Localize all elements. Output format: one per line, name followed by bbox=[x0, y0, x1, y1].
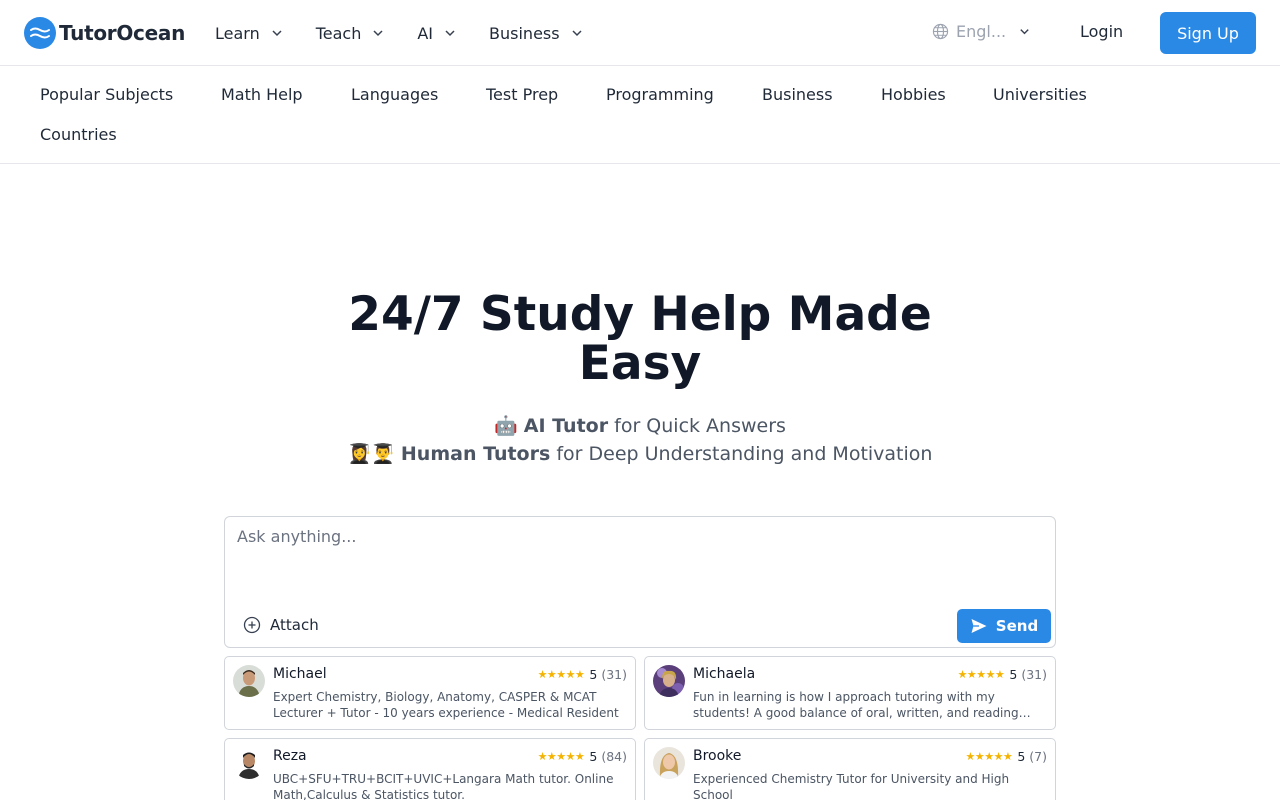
tutor-card-reza[interactable]: Reza ★★★★★ 5 (84) UBC+SFU+TRU+BCIT+UVIC+… bbox=[224, 738, 636, 800]
attach-button[interactable]: Attach bbox=[243, 616, 319, 634]
hero-ai-tutor-label: AI Tutor bbox=[523, 415, 609, 437]
subject-popular-subjects[interactable]: Popular Subjects bbox=[40, 85, 173, 104]
top-header: TutorOcean Learn Teach AI Business Engl.… bbox=[0, 0, 1280, 66]
nav-teach[interactable]: Teach bbox=[316, 24, 386, 43]
send-icon bbox=[971, 619, 987, 633]
chevron-down-icon bbox=[272, 30, 282, 37]
logo-text: TutorOcean bbox=[59, 21, 186, 45]
subject-bar: Popular Subjects Math Help Languages Tes… bbox=[0, 67, 1280, 164]
tutor-rating: ★★★★★ 5 (7) bbox=[966, 749, 1047, 764]
plus-circle-icon bbox=[243, 616, 261, 634]
tutor-description: Fun in learning is how I approach tutori… bbox=[693, 690, 1031, 720]
tutor-name: Michael bbox=[273, 666, 327, 682]
tutor-description: UBC+SFU+TRU+BCIT+UVIC+Langara Math tutor… bbox=[273, 772, 614, 800]
nav-ai[interactable]: AI bbox=[417, 24, 457, 43]
tutor-card-brooke[interactable]: Brooke ★★★★★ 5 (7) Experienced Chemistry… bbox=[644, 738, 1056, 800]
subject-languages[interactable]: Languages bbox=[351, 85, 438, 104]
page-title: 24/7 Study Help Made Easy bbox=[348, 287, 932, 391]
subject-universities[interactable]: Universities bbox=[993, 85, 1087, 104]
nav-learn[interactable]: Learn bbox=[215, 24, 284, 43]
tutor-name: Michaela bbox=[693, 666, 756, 682]
tutor-rating: ★★★★★ 5 (31) bbox=[538, 667, 627, 682]
login-link[interactable]: Login bbox=[1080, 22, 1123, 41]
tutor-description: Expert Chemistry, Biology, Anatomy, CASP… bbox=[273, 690, 619, 720]
avatar bbox=[233, 665, 265, 697]
chevron-down-icon bbox=[373, 30, 383, 37]
subject-test-prep[interactable]: Test Prep bbox=[486, 85, 558, 104]
send-button[interactable]: Send bbox=[957, 609, 1051, 643]
subject-math-help[interactable]: Math Help bbox=[221, 85, 303, 104]
logo-wave-icon bbox=[24, 17, 56, 49]
chevron-down-icon bbox=[572, 30, 582, 37]
students-emoji-icon: 👩‍🎓👨‍🎓 bbox=[347, 443, 395, 465]
nav-ai-label: AI bbox=[417, 23, 434, 43]
tutor-card-michaela[interactable]: Michaela ★★★★★ 5 (31) Fun in learning is… bbox=[644, 656, 1056, 730]
subject-business[interactable]: Business bbox=[762, 85, 833, 104]
subject-countries[interactable]: Countries bbox=[40, 125, 117, 144]
rating-count: (84) bbox=[601, 749, 627, 764]
language-label: Engl... bbox=[956, 22, 1007, 41]
attach-label: Attach bbox=[270, 616, 319, 634]
rating-count: (31) bbox=[1021, 667, 1047, 682]
nav-learn-label: Learn bbox=[215, 23, 260, 43]
tutor-rating: ★★★★★ 5 (31) bbox=[958, 667, 1047, 682]
tutor-name: Reza bbox=[273, 748, 307, 764]
send-label: Send bbox=[995, 617, 1039, 635]
logo[interactable]: TutorOcean bbox=[24, 17, 185, 49]
nav-business-label: Business bbox=[489, 23, 560, 43]
nav-teach-label: Teach bbox=[315, 23, 362, 43]
rating-value: 5 bbox=[1017, 749, 1026, 764]
hero-human-tutors-label: Human Tutors bbox=[400, 443, 551, 465]
rating-stars-icon: ★★★★★ bbox=[965, 750, 1013, 763]
hero-subtitle-ai: 🤖 AI Tutor for Quick Answers bbox=[0, 414, 1280, 437]
subject-programming[interactable]: Programming bbox=[606, 85, 714, 104]
hero-human-tutors-text: for Deep Understanding and Motivation bbox=[556, 443, 933, 465]
avatar bbox=[233, 747, 265, 779]
rating-value: 5 bbox=[1009, 667, 1018, 682]
ask-box: Attach Send bbox=[224, 516, 1056, 648]
rating-stars-icon: ★★★★★ bbox=[537, 668, 585, 681]
ask-input[interactable] bbox=[237, 527, 1037, 607]
signup-button[interactable]: Sign Up bbox=[1160, 12, 1256, 54]
language-selector[interactable]: Engl... bbox=[932, 22, 1031, 41]
rating-stars-icon: ★★★★★ bbox=[957, 668, 1005, 681]
hero-ai-tutor-text: for Quick Answers bbox=[614, 415, 786, 437]
rating-count: (31) bbox=[601, 667, 627, 682]
avatar bbox=[653, 747, 685, 779]
avatar bbox=[653, 665, 685, 697]
chevron-down-icon bbox=[445, 30, 455, 37]
main-nav: Learn Teach AI Business bbox=[215, 0, 584, 66]
tutor-rating: ★★★★★ 5 (84) bbox=[538, 749, 627, 764]
rating-count: (7) bbox=[1029, 749, 1047, 764]
tutor-card-michael[interactable]: Michael ★★★★★ 5 (31) Expert Chemistry, B… bbox=[224, 656, 636, 730]
rating-value: 5 bbox=[589, 667, 598, 682]
robot-emoji-icon: 🤖 bbox=[494, 415, 518, 437]
tutor-description: Experienced Chemistry Tutor for Universi… bbox=[693, 772, 1010, 800]
globe-icon bbox=[932, 23, 949, 40]
nav-business[interactable]: Business bbox=[489, 24, 584, 43]
rating-stars-icon: ★★★★★ bbox=[537, 750, 585, 763]
hero-subtitle-human: 👩‍🎓👨‍🎓 Human Tutors for Deep Understandi… bbox=[0, 442, 1280, 465]
rating-value: 5 bbox=[589, 749, 598, 764]
subject-hobbies[interactable]: Hobbies bbox=[881, 85, 946, 104]
tutor-name: Brooke bbox=[693, 748, 742, 764]
chevron-down-icon bbox=[1020, 29, 1029, 35]
